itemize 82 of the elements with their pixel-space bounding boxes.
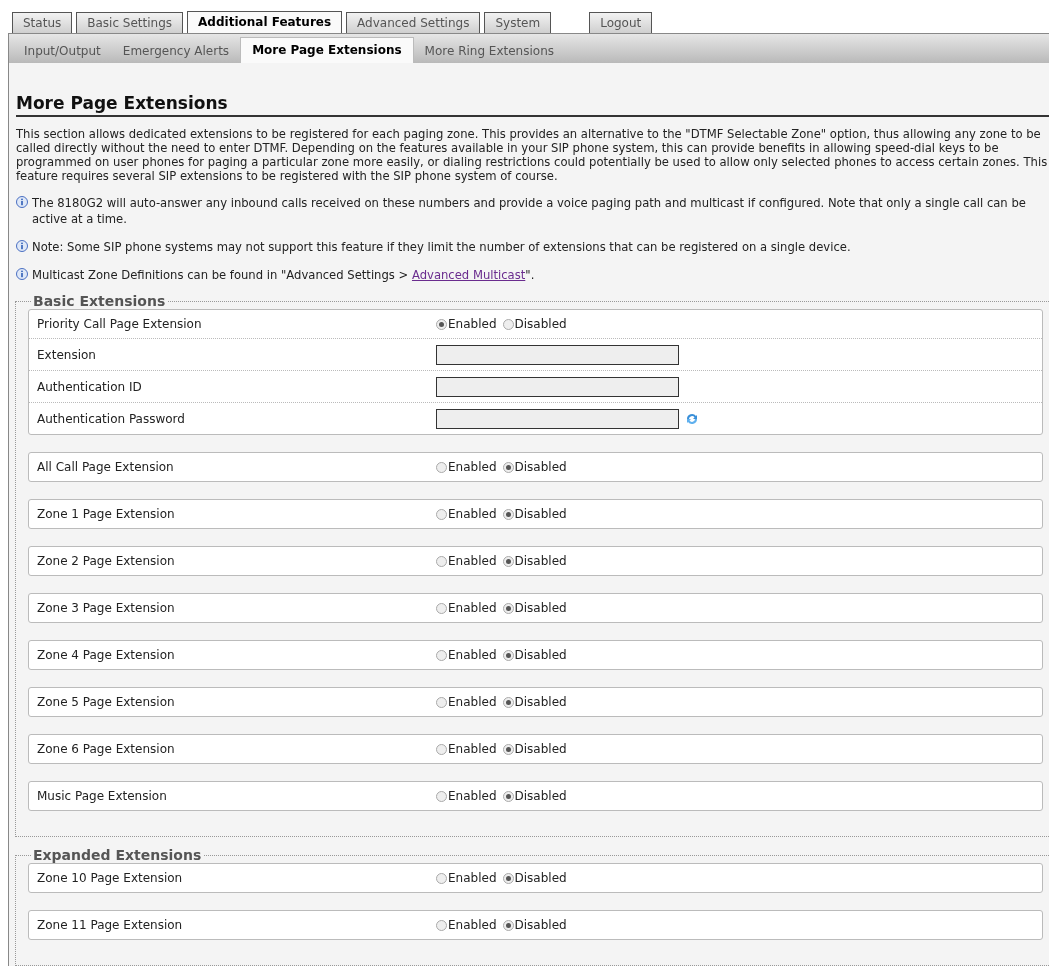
field-label: Authentication Password (37, 411, 186, 426)
radio-label: Enabled (448, 648, 497, 662)
radio-button[interactable] (436, 649, 447, 661)
page-title: More Page Extensions (16, 93, 1049, 117)
radio-label: Enabled (448, 918, 497, 932)
radio-label: Enabled (448, 317, 497, 331)
section-legend: Basic Extensions (31, 293, 168, 309)
radio-button[interactable] (502, 649, 514, 661)
radio-button[interactable] (436, 743, 447, 755)
input-field[interactable] (436, 408, 679, 429)
radio-label: Disabled (514, 742, 567, 756)
field-label: Zone 10 Page Extension (37, 871, 184, 885)
tab[interactable]: Basic Settings (76, 12, 184, 33)
field-label: Zone 11 Page Extension (37, 918, 184, 932)
subtab[interactable]: More Page Extensions (240, 37, 414, 63)
info-icon (16, 196, 28, 208)
radio-label: Disabled (514, 507, 567, 521)
note-text: Multicast Zone Definitions can be found in "Advanced Settings > Advanced Multicast". (32, 267, 535, 283)
radio-label: Enabled (448, 554, 497, 568)
field-label: Extension (37, 347, 97, 362)
radio-label: Enabled (448, 601, 497, 615)
radio-button[interactable] (436, 696, 447, 708)
radio-button[interactable] (502, 790, 514, 802)
field-label: Priority Call Page Extension (37, 317, 203, 331)
radio-label: Disabled (514, 648, 567, 662)
tab[interactable]: Additional Features (187, 11, 343, 33)
radio-button[interactable] (502, 555, 514, 567)
field-label: Zone 2 Page Extension (37, 554, 176, 568)
radio-label: Enabled (448, 695, 497, 709)
field-label: Authentication ID (37, 379, 143, 394)
radio-button[interactable] (502, 872, 514, 884)
radio-button[interactable] (436, 790, 447, 802)
input-field[interactable] (436, 344, 679, 365)
radio-label: Disabled (514, 460, 567, 474)
info-icon (16, 240, 28, 252)
radio-button[interactable] (502, 919, 514, 931)
radio-button[interactable] (502, 696, 514, 708)
tab[interactable]: Advanced Settings (346, 12, 481, 33)
note-text: The 8180G2 will auto-answer any inbound calls received on these numbers and provide a voice paging path and multicast if configured. Note that only a single call can be active at a time. (32, 195, 1027, 227)
field-label: Zone 4 Page Extension (37, 648, 176, 662)
radio-button[interactable] (502, 508, 514, 520)
radio-label: Enabled (448, 507, 497, 521)
radio-label: Enabled (448, 871, 497, 885)
info-icon (16, 268, 28, 280)
field-label: All Call Page Extension (37, 460, 175, 474)
radio-button[interactable] (436, 508, 447, 520)
radio-button[interactable] (436, 318, 447, 330)
radio-label: Disabled (514, 871, 567, 885)
radio-button[interactable] (436, 461, 447, 473)
field-label: Music Page Extension (37, 789, 168, 803)
radio-button[interactable] (436, 919, 447, 931)
radio-label: Disabled (514, 601, 567, 615)
radio-button[interactable] (436, 872, 447, 884)
radio-button[interactable] (436, 602, 447, 614)
field-label: Zone 5 Page Extension (37, 695, 176, 709)
subtab[interactable]: Input/Output (13, 44, 112, 63)
description-text: This section allows dedicated extensions to be registered for each paging zone. This provides an alternative to the "DTMF Selectable Zone" option, thus allowing any zone to be called directly without the need to enter DTMF. Depending on the features available in your SIP phone system, this can provide benefits in allowing speed-dial keys to be programmed on user phones for paging a particular zone more easily, or dialing restrictions could potentially be used to allow only selected phones to access certain zones. This feature requires several SIP extensions to be registered with the SIP phone system of course. (16, 127, 1049, 183)
tab[interactable]: Logout (589, 12, 653, 33)
tab[interactable]: Status (12, 12, 73, 33)
radio-label: Enabled (448, 460, 497, 474)
input-field[interactable] (436, 376, 679, 397)
radio-label: Disabled (514, 554, 567, 568)
radio-button[interactable] (436, 555, 447, 567)
radio-label: Disabled (514, 789, 567, 803)
advanced-multicast-link[interactable]: Advanced Multicast (411, 268, 526, 282)
radio-label: Enabled (448, 742, 497, 756)
radio-label: Enabled (448, 789, 497, 803)
tab[interactable]: System (484, 12, 552, 33)
radio-label: Disabled (514, 317, 567, 331)
subtab[interactable]: More Ring Extensions (413, 44, 565, 63)
radio-button[interactable] (502, 461, 514, 473)
section-legend: Expanded Extensions (31, 847, 204, 863)
radio-label: Disabled (514, 918, 567, 932)
field-label: Zone 6 Page Extension (37, 742, 176, 756)
radio-button[interactable] (502, 318, 514, 330)
note-text: Note: Some SIP phone systems may not support this feature if they limit the number of extensions that can be registered on a single device. (32, 239, 851, 255)
field-label: Zone 1 Page Extension (37, 507, 176, 521)
subtab[interactable]: Emergency Alerts (111, 44, 241, 63)
radio-label: Disabled (514, 695, 567, 709)
radio-button[interactable] (502, 743, 514, 755)
field-label: Zone 3 Page Extension (37, 601, 176, 615)
radio-button[interactable] (502, 602, 514, 614)
